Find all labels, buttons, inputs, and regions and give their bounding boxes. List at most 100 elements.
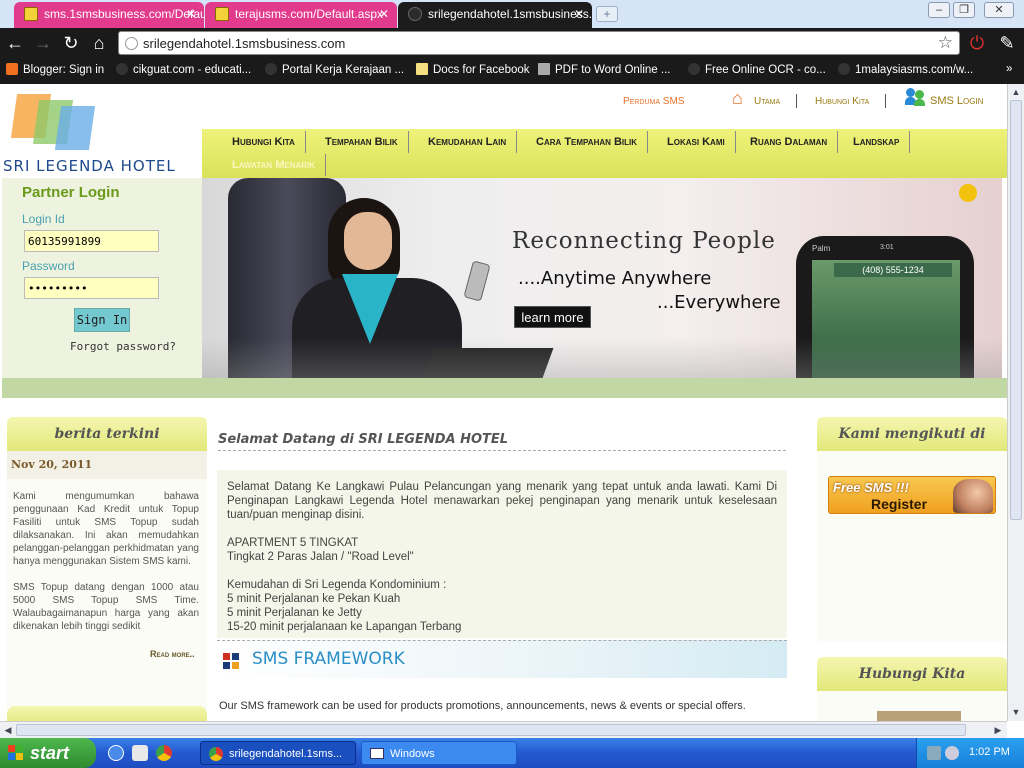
globe-icon [116, 63, 128, 75]
loading-icon [408, 7, 422, 21]
chrome-quicklaunch-icon[interactable] [156, 745, 172, 761]
forgot-password-link[interactable]: Forgot password? [70, 340, 176, 353]
bookmark-item[interactable]: cikguat.com - educati... [116, 63, 251, 76]
bookmark-star-icon[interactable]: ☆ [938, 33, 953, 53]
close-window-button[interactable]: ✕ [984, 2, 1014, 18]
taskbar-chrome-button[interactable]: srilegendahotel.1sms... [200, 741, 356, 765]
browser-tab[interactable]: terajusms.com/Default.aspx ✕ [205, 2, 397, 28]
news-header: berita terkini [7, 417, 207, 451]
register-text: Register [871, 496, 928, 512]
bookmarks-overflow-icon[interactable]: » [1006, 63, 1012, 75]
next-panel-header [7, 706, 207, 721]
sms-framework-header: SMS FRAMEWORK [217, 640, 787, 678]
bookmark-label: 1malaysiasms.com/w... [855, 64, 974, 76]
bookmark-item[interactable]: Portal Kerja Kerajaan ... [265, 63, 404, 76]
media-quicklaunch-icon[interactable] [132, 745, 148, 761]
logo-text[interactable]: SRI LEGENDA HOTEL [3, 157, 176, 175]
welcome-content: Selamat Datang Ke Langkawi Pulau Pelancu… [217, 470, 787, 638]
divider [796, 94, 797, 108]
bookmark-item[interactable]: Docs for Facebook [416, 63, 530, 76]
partner-login-panel: Partner Login Login Id Password Sign In … [2, 178, 202, 378]
adblock-icon[interactable]: ⏻ [966, 32, 988, 54]
favicon-icon [215, 7, 229, 21]
sign-in-button[interactable]: Sign In [74, 308, 130, 332]
bookmark-item[interactable]: Blogger: Sign in [6, 63, 104, 76]
globe-icon [688, 63, 700, 75]
nav-kemudahan-lain[interactable]: Kemudahan Lain [418, 131, 518, 153]
nav-ruang-dalaman[interactable]: Ruang Dalaman [740, 131, 839, 153]
banner-line2: ...Everywhere [657, 292, 781, 313]
home-icon[interactable]: ⌂ [732, 88, 743, 109]
tab-label: srilegendahotel.1smsbusiness. [428, 7, 592, 21]
scroll-left-icon[interactable]: ◀ [0, 722, 16, 738]
volume-icon[interactable] [945, 746, 959, 760]
chrome-icon [209, 747, 223, 761]
green-divider [2, 378, 1007, 398]
vertical-scrollbar[interactable]: ▲ ▼ [1007, 84, 1024, 721]
scroll-up-icon[interactable]: ▲ [1008, 84, 1024, 100]
phone-number: (408) 555-1234 [834, 263, 952, 277]
nav-tempahan-bilik[interactable]: Tempahan Bilik [315, 131, 409, 153]
horizontal-scrollbar[interactable]: ◀ ▶ [0, 721, 1007, 738]
ie-quicklaunch-icon[interactable] [108, 745, 124, 761]
forward-icon[interactable]: → [32, 32, 54, 54]
nav-lawatan-menarik[interactable]: Lawatan Menarik [222, 154, 327, 176]
favicon-icon [24, 7, 38, 21]
scroll-thumb[interactable] [16, 724, 966, 736]
reload-icon[interactable]: ↻ [60, 32, 82, 54]
close-tab-icon[interactable]: ✕ [574, 2, 584, 26]
nav-hubungi-kita[interactable]: Hubungi Kita [222, 131, 306, 153]
login-id-input[interactable] [24, 230, 159, 252]
blogger-icon [6, 63, 18, 75]
bookmark-item[interactable]: Free Online OCR - co... [688, 63, 826, 76]
network-icon[interactable] [927, 746, 941, 760]
apartment-line: Tingkat 2 Paras Jalan / "Road Level" [227, 551, 414, 563]
nav-cara-tempahan-bilik[interactable]: Cara Tempahan Bilik [526, 131, 649, 153]
learn-more-button[interactable]: learn more [514, 306, 591, 328]
clock[interactable]: 1:02 PM [969, 746, 1010, 758]
close-tab-icon[interactable]: ✕ [379, 2, 389, 26]
taskbar-windows-button[interactable]: Windows [361, 741, 517, 765]
free-sms-register-banner[interactable]: Free SMS !!! Register [828, 476, 996, 514]
taskbar-item-label: Windows [390, 748, 435, 760]
address-bar[interactable]: ☆ [118, 31, 960, 55]
system-tray: 1:02 PM [916, 738, 1024, 768]
globe-icon [265, 63, 277, 75]
bookmark-item[interactable]: PDF to Word Online ... [538, 63, 670, 76]
nav-lokasi-kami[interactable]: Lokasi Kami [657, 131, 736, 153]
nav-landskap[interactable]: Landskap [843, 131, 911, 153]
bookmark-label: Portal Kerja Kerajaan ... [282, 64, 405, 76]
back-icon[interactable]: ← [4, 32, 26, 54]
maximize-button[interactable]: ❐ [953, 2, 975, 18]
phone-in-hand [463, 260, 491, 302]
slider-dot-icon[interactable] [959, 184, 977, 202]
users-icon[interactable] [905, 88, 926, 106]
scroll-thumb[interactable] [1010, 100, 1022, 520]
password-input[interactable] [24, 277, 159, 299]
browser-tab-active[interactable]: srilegendahotel.1smsbusiness. ✕ [398, 2, 592, 28]
close-tab-icon[interactable]: ✕ [186, 2, 196, 26]
window-icon [370, 748, 384, 759]
windows-taskbar: start srilegendahotel.1sms... Windows 1:… [0, 738, 1024, 768]
hubungi-link[interactable]: Hubungi Kita [815, 96, 869, 107]
utama-link[interactable]: Utama [754, 96, 780, 107]
banner-headline: Reconnecting People [512, 228, 776, 254]
start-label: start [30, 743, 70, 763]
bookmark-item[interactable]: 1malaysiasms.com/w... [838, 63, 973, 76]
sms-login-link[interactable]: SMS Login [930, 95, 983, 107]
wrench-icon[interactable]: ✎ [996, 32, 1018, 54]
minimize-button[interactable]: – [928, 2, 950, 18]
login-id-label: Login Id [22, 212, 65, 226]
scroll-right-icon[interactable]: ▶ [990, 722, 1006, 738]
read-more-link[interactable]: Read more.. [150, 649, 195, 659]
hotel-logo[interactable] [6, 92, 106, 154]
perduma-sms-link[interactable]: Perduma SMS [623, 96, 684, 107]
start-button[interactable]: start [0, 738, 96, 768]
home-icon[interactable]: ⌂ [88, 32, 110, 54]
scroll-down-icon[interactable]: ▼ [1008, 704, 1024, 720]
url-input[interactable] [143, 34, 933, 52]
new-tab-button[interactable]: + [596, 6, 618, 22]
bookmark-label: PDF to Word Online ... [555, 64, 671, 76]
page-icon [538, 63, 550, 75]
browser-tab[interactable]: sms.1smsbusiness.com/Defaul ✕ [14, 2, 204, 28]
